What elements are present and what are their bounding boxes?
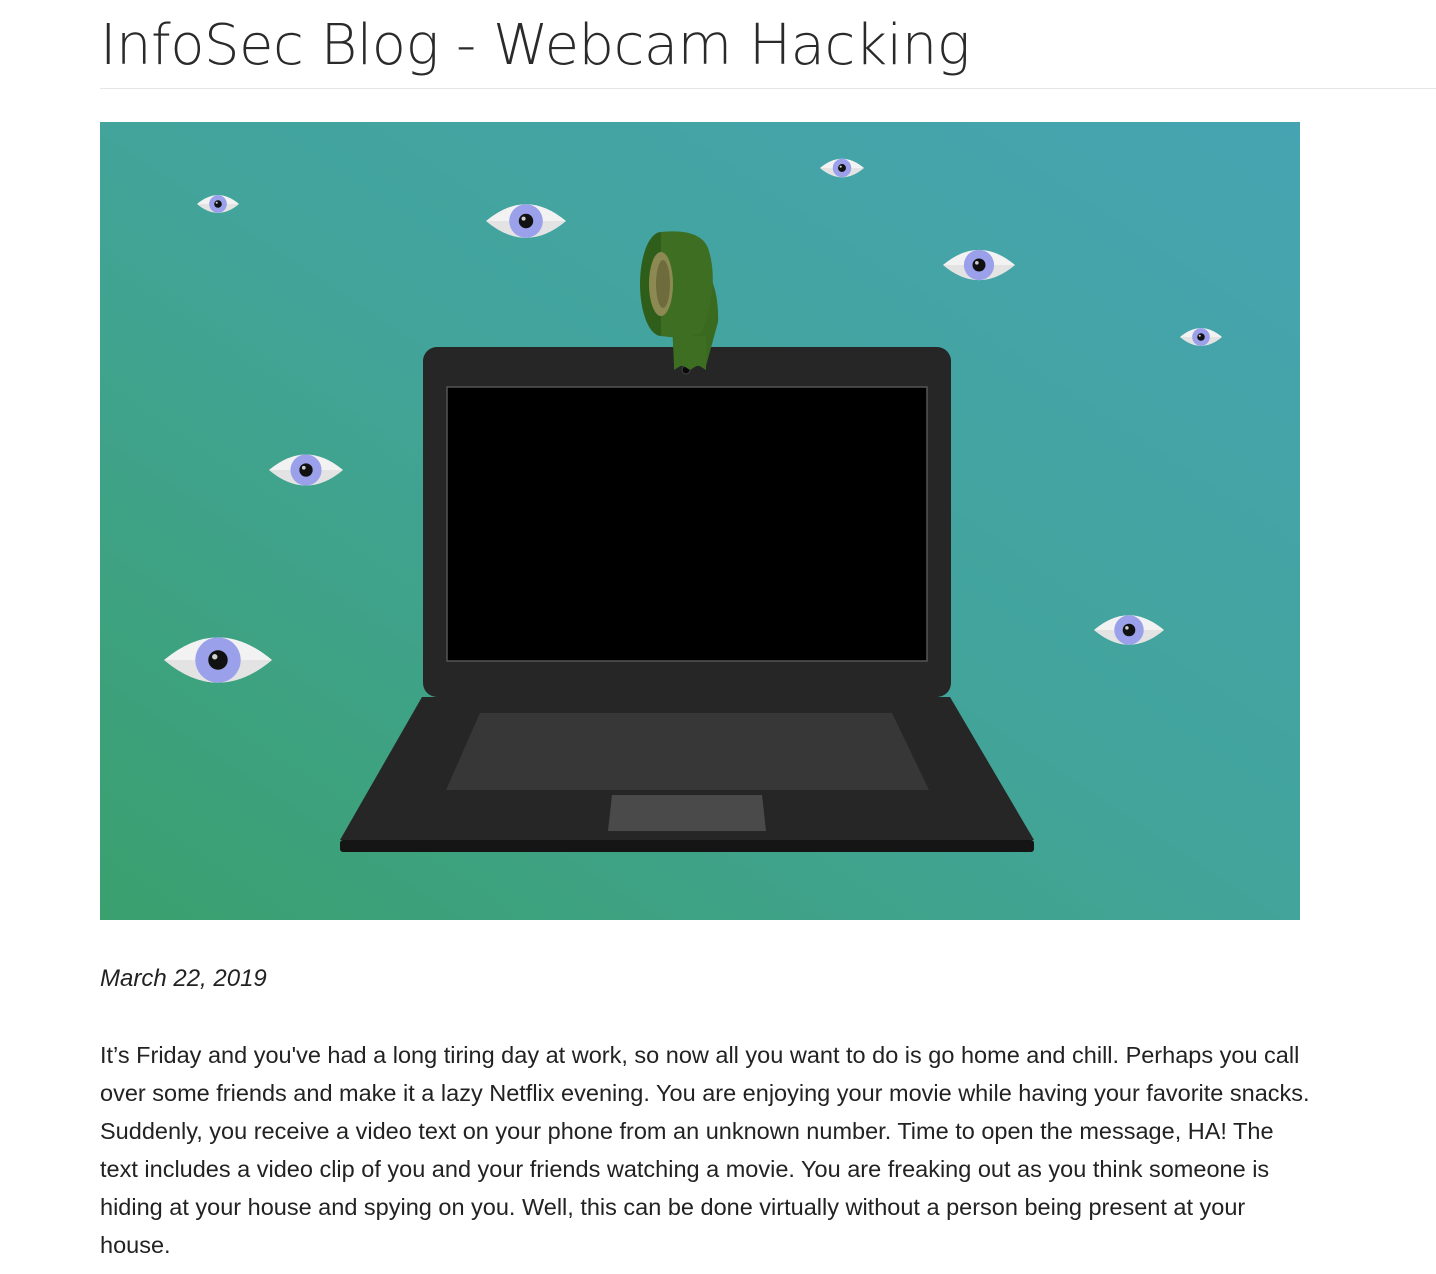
post-date: March 22, 2019 xyxy=(100,965,267,992)
post-body: It’s Friday and you've had a long tiring… xyxy=(100,1042,1310,1258)
title-divider xyxy=(100,88,1436,89)
page-title: InfoSec Blog - Webcam Hacking xyxy=(100,13,970,78)
hero-image xyxy=(100,122,1300,920)
laptop-icon xyxy=(340,347,1034,852)
